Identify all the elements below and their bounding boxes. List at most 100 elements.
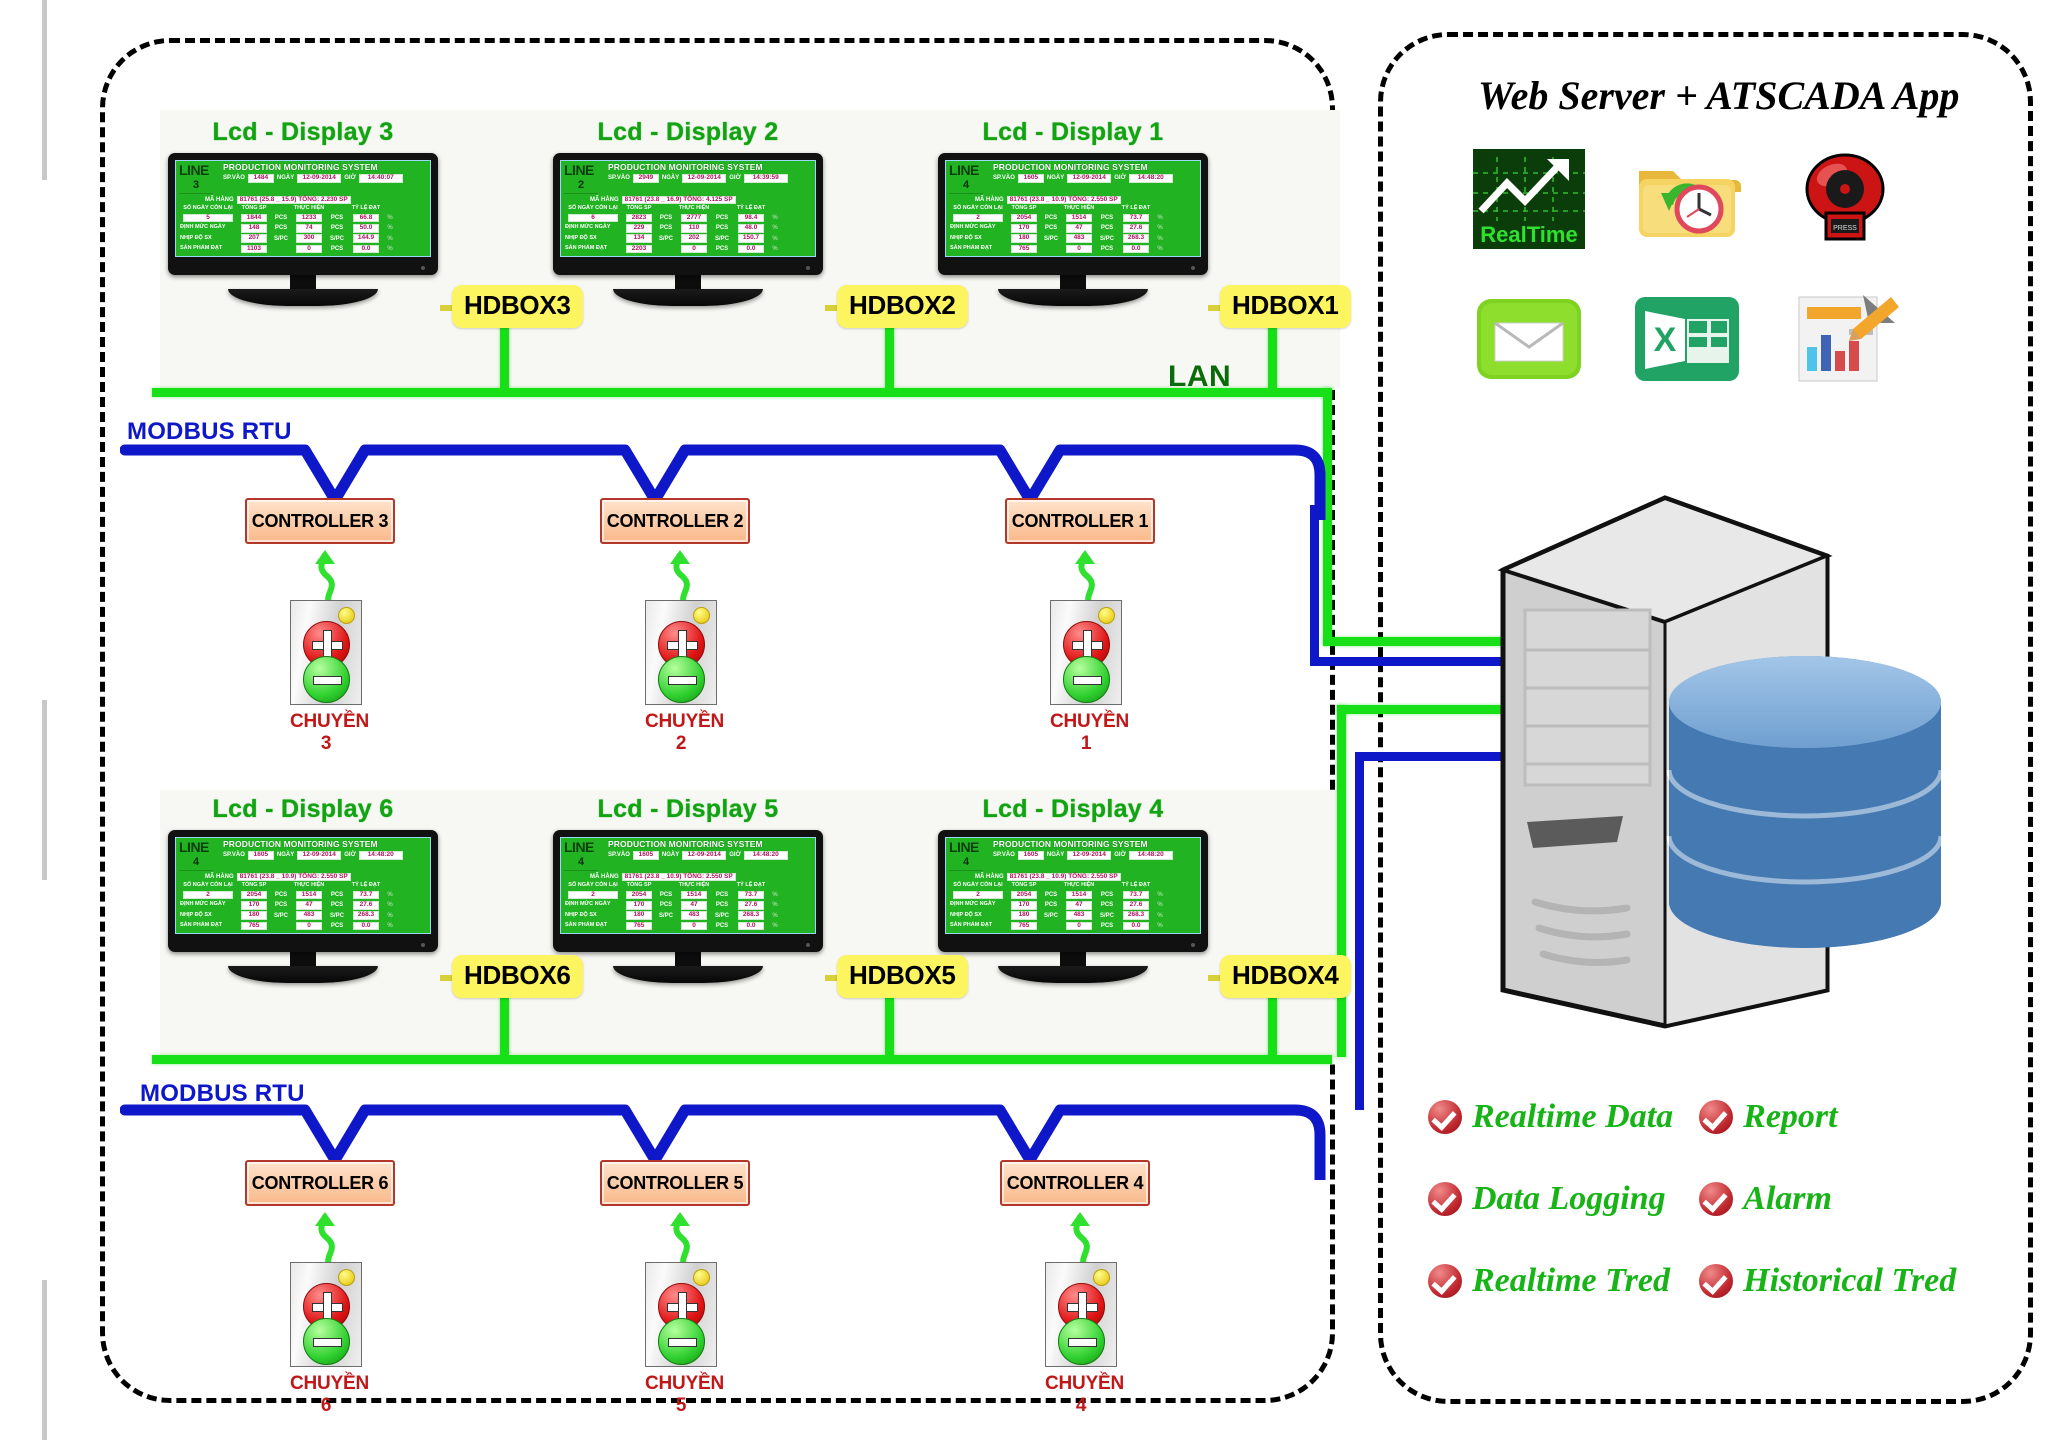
minus-icon <box>668 1338 697 1347</box>
spvao-value: 1605 <box>632 850 659 860</box>
spvao-label: SP.VÀO <box>993 175 1015 182</box>
screen-line-number: 4 <box>949 856 983 871</box>
pushbutton-station-chuyen6[interactable]: CHUYỀN 6 <box>290 1262 369 1417</box>
row0-v1: 6 <box>568 213 618 223</box>
screen-row: 2 2054 PCS 1514 PCS 73.7 % <box>949 890 1197 900</box>
row1-label: ĐỊNH MỨC NGÀY <box>565 224 611 231</box>
row3-label: SẢN PHẨM ĐẠT <box>180 922 223 929</box>
pushbutton-station-chuyen3[interactable]: CHUYỀN 3 <box>290 600 369 755</box>
decrement-button[interactable] <box>658 656 705 703</box>
diagram-canvas: LAN MODBUS RTU MODBUS RTU Lcd - Display … <box>0 0 2045 1441</box>
row0-v1: 2 <box>183 890 233 900</box>
decrement-button[interactable] <box>1058 1318 1105 1365</box>
decrement-button[interactable] <box>303 1318 350 1365</box>
row2-v3: 483 <box>1066 911 1092 921</box>
excel-spreadsheet-icon[interactable]: X <box>1628 280 1746 398</box>
decrement-button[interactable] <box>1063 656 1110 703</box>
row3-v4: 0.0 <box>353 244 379 254</box>
col-tyle: TỶ LỆ ĐẠT <box>1121 882 1151 889</box>
col-tyle: TỶ LỆ ĐẠT <box>736 882 766 889</box>
row3-v4: 0.0 <box>738 244 764 254</box>
check-icon <box>1428 1264 1462 1298</box>
row3-v4: 0.0 <box>1123 921 1149 931</box>
row0-v2: 2054 <box>1011 890 1037 900</box>
row0-pct: % <box>1157 214 1163 221</box>
gio-label: GIỜ <box>729 175 741 182</box>
report-document-icon[interactable] <box>1786 280 1904 398</box>
row0-v1: 5 <box>183 213 233 223</box>
row3-v2: 1103 <box>241 244 267 254</box>
screen-row: 2 2054 PCS 1514 PCS 73.7 % <box>564 890 812 900</box>
controller-5[interactable]: CONTROLLER 5 <box>600 1160 750 1206</box>
alarm-bell-icon[interactable]: PRESS <box>1786 140 1904 258</box>
row2-pct: % <box>387 235 393 242</box>
screen-row: NHỊP ĐỘ SX 180 S/PC 483 S/PC 268.3 % <box>949 234 1197 244</box>
hdbox6-tag[interactable]: HDBOX6 <box>452 955 583 998</box>
row0-v4: 73.7 <box>738 890 764 900</box>
controller-1[interactable]: CONTROLLER 1 <box>1005 498 1155 544</box>
row1-label: ĐỊNH MỨC NGÀY <box>180 901 226 908</box>
controller-3[interactable]: CONTROLLER 3 <box>245 498 395 544</box>
screen-row: SẢN PHẨM ĐẠT 1103 0 PCS 0.0 % <box>179 244 427 254</box>
row3-label: SẢN PHẨM ĐẠT <box>565 922 608 929</box>
pushbutton-station-chuyen1[interactable]: CHUYỀN 1 <box>1050 600 1129 755</box>
row0-v4: 73.7 <box>1123 213 1149 223</box>
col-tyle: TỶ LỆ ĐẠT <box>351 882 381 889</box>
row2-v3: 483 <box>1066 234 1092 244</box>
screen-line-word: LINE <box>564 162 594 178</box>
row1-v4: 27.6 <box>1123 900 1149 910</box>
row0-u2: PCS <box>659 891 673 898</box>
col-thuchien: THỰC HIỆN <box>293 205 325 212</box>
hdbox1-tag[interactable]: HDBOX1 <box>1220 285 1351 328</box>
email-envelope-icon[interactable] <box>1470 280 1588 398</box>
decrement-button[interactable] <box>303 656 350 703</box>
hdbox5-tag[interactable]: HDBOX5 <box>837 955 968 998</box>
server-tower-and-database: a <box>1455 470 1975 1035</box>
row2-v2: 207 <box>241 234 267 244</box>
screen-line-number: 3 <box>179 179 213 194</box>
mahang-label: MÃ HÀNG <box>205 873 234 880</box>
controller-2[interactable]: CONTROLLER 2 <box>600 498 750 544</box>
realtime-chart-icon[interactable]: RealTime <box>1470 140 1588 258</box>
screen-line-word: LINE <box>949 162 979 178</box>
lan-bottom-trunk-vertical <box>1337 705 1346 1057</box>
controller-4[interactable]: CONTROLLER 4 <box>1000 1160 1150 1206</box>
row3-u3: PCS <box>715 245 729 252</box>
hdbox3-tag[interactable]: HDBOX3 <box>452 285 583 328</box>
screen-header: PRODUCTION MONITORING SYSTEM <box>993 839 1148 849</box>
screen-row: NHỊP ĐỘ SX 180 S/PC 483 S/PC 268.3 % <box>179 911 427 921</box>
decrement-button[interactable] <box>658 1318 705 1365</box>
row1-u3: PCS <box>1100 225 1114 232</box>
hdbox2-tag[interactable]: HDBOX2 <box>837 285 968 328</box>
hdbox4-tag[interactable]: HDBOX4 <box>1220 955 1351 998</box>
screen-line-number: 4 <box>949 179 983 194</box>
row3-u3: PCS <box>330 922 344 929</box>
screen-row: NHỊP ĐỘ SX 134 S/PC 202 S/PC 150.7 % <box>564 234 812 244</box>
col-songay: SỐ NGÀY CÒN LẠI <box>183 882 233 889</box>
screen-row: 6 2823 PCS 2777 PCS 98.4 % <box>564 213 812 223</box>
row1-label: ĐỊNH MỨC NGÀY <box>950 224 996 231</box>
pushbutton-station-chuyen4[interactable]: CHUYỀN 4 <box>1045 1262 1124 1417</box>
monitor-base <box>228 966 378 984</box>
screen-row: NHỊP ĐỘ SX 207 S/PC 300 S/PC 144.9 % <box>179 234 427 244</box>
row2-v2: 180 <box>1011 234 1037 244</box>
pushbutton-station-chuyen2[interactable]: CHUYỀN 2 <box>645 600 725 755</box>
screen-line-word: LINE <box>179 162 209 178</box>
row1-u2: PCS <box>274 902 288 909</box>
lcd-display-1-title: Lcd - Display 1 <box>982 118 1164 146</box>
chuyen-2-label: CHUYỀN 2 <box>645 711 725 754</box>
row3-v3: 0 <box>681 244 707 254</box>
monitor-neck <box>290 275 316 290</box>
row3-v3: 0 <box>296 921 322 931</box>
screen-row: SẢN PHẨM ĐẠT 765 0 PCS 0.0 % <box>949 244 1197 254</box>
data-logging-folder-clock-icon[interactable] <box>1628 140 1746 258</box>
controller-6[interactable]: CONTROLLER 6 <box>245 1160 395 1206</box>
row3-v3: 0 <box>1066 244 1092 254</box>
row3-v2: 765 <box>1011 244 1037 254</box>
row2-v3: 202 <box>681 234 707 244</box>
pushbutton-station-chuyen5[interactable]: CHUYỀN 5 <box>645 1262 724 1417</box>
status-led-icon <box>338 607 355 624</box>
row3-v4: 0.0 <box>353 921 379 931</box>
lcd-display-1-bezel: LINE 4 PRODUCTION MONITORING SYSTEM SP.V… <box>938 153 1208 276</box>
row2-v4: 268.3 <box>1123 234 1149 244</box>
